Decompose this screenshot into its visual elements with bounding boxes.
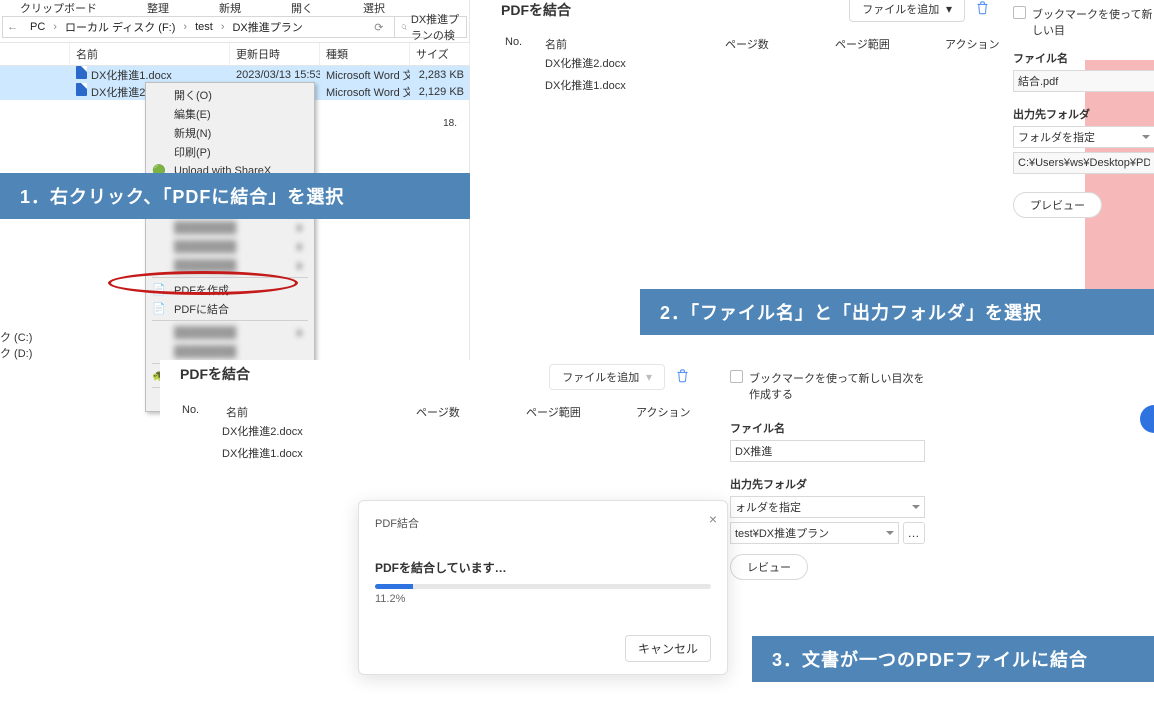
ctx-blurred[interactable]: ████████	[146, 218, 314, 237]
side-handle[interactable]	[1140, 405, 1154, 433]
ctx-pdf-create[interactable]: 📄PDFを作成	[146, 280, 314, 299]
col-no: No.	[505, 36, 545, 52]
filename-input[interactable]	[1013, 70, 1154, 92]
cancel-button[interactable]: キャンセル	[625, 635, 711, 662]
explorer-search[interactable]: DX推進プランの検	[394, 17, 467, 37]
outdir-path[interactable]	[1013, 152, 1154, 174]
word-file-icon	[76, 83, 87, 96]
ribbon-new[interactable]: 新規	[219, 0, 241, 14]
explorer-ribbon: クリップボード 整理 新規 開く 選択	[0, 0, 469, 14]
ctx-blurred[interactable]: ████████	[146, 256, 314, 275]
trash-icon[interactable]	[975, 0, 990, 18]
combine-row[interactable]: DX化推進2.docx	[160, 420, 720, 442]
col-name: 名前	[545, 36, 725, 52]
progress-fill	[375, 584, 413, 589]
ctx-edit[interactable]: 編集(E)	[146, 104, 314, 123]
callout-2: 2．「ファイル名」と「出力フォルダ」を選択	[640, 289, 1154, 335]
ribbon-select[interactable]: 選択	[363, 0, 385, 14]
ribbon-open[interactable]: 開く	[291, 0, 313, 14]
combine-row[interactable]: DX化推進1.docx	[160, 442, 720, 464]
breadcrumb-drive[interactable]: ローカル ディスク (F:)	[61, 17, 179, 37]
ctx-open[interactable]: 開く(O)	[146, 85, 314, 104]
ctx-new[interactable]: 新規(N)	[146, 123, 314, 142]
drive-c[interactable]: ク (C:)	[0, 330, 32, 346]
add-file-button: ファイルを追加 ▾	[549, 364, 665, 390]
progress-bar	[375, 584, 711, 589]
pdf-icon: 📄	[152, 283, 166, 297]
progress-dialog: PDF結合 × PDFを結合しています… 11.2% キャンセル	[358, 500, 728, 675]
col-type[interactable]: 種類	[320, 43, 410, 65]
bookmark-checkbox[interactable]	[1013, 6, 1026, 19]
close-icon[interactable]: ×	[709, 511, 717, 527]
free-space: 18.	[443, 118, 457, 129]
drive-d[interactable]: ク (D:)	[0, 346, 32, 362]
progress-message: PDFを結合しています…	[375, 559, 711, 576]
output-options-dialog-2: ブックマークを使って新しい目次を作成する ファイル名 出力先フォルダ ォルダを指…	[720, 362, 935, 588]
search-icon	[401, 21, 407, 33]
col-range: ページ範囲	[835, 36, 945, 52]
ctx-print[interactable]: 印刷(P)	[146, 142, 314, 161]
outdir-select[interactable]: フォルダを指定	[1013, 126, 1154, 148]
word-file-icon	[76, 66, 87, 79]
breadcrumb-pc[interactable]: PC	[26, 19, 49, 35]
ribbon-organize[interactable]: 整理	[147, 0, 169, 14]
outdir-path[interactable]: test¥DX推進プラン	[730, 522, 899, 544]
breadcrumb[interactable]: ← PC› ローカル ディスク (F:)› test› DX推進プラン ⟳ DX…	[2, 16, 467, 38]
add-file-button[interactable]: ファイルを追加 ▾	[849, 0, 965, 22]
ctx-pdf-combine[interactable]: 📄PDFに結合	[146, 299, 314, 318]
trash-icon[interactable]	[675, 368, 690, 386]
file-columns: 名前 更新日時 種類 サイズ	[0, 42, 469, 66]
breadcrumb-test[interactable]: test	[191, 19, 217, 35]
callout-3: 3．文書が一つのPDFファイルに結合	[752, 636, 1154, 682]
side-options: ブックマークを使って新しい目 ファイル名 出力先フォルダ フォルダを指定 プレビ…	[1005, 0, 1154, 218]
ctx-blurred[interactable]: ████████	[146, 323, 314, 342]
ctx-blurred[interactable]: ████████	[146, 342, 314, 361]
col-date[interactable]: 更新日時	[230, 43, 320, 65]
filename-input[interactable]	[730, 440, 925, 462]
pdf-combine-icon: 📄	[152, 302, 166, 316]
drive-tree: ク (C:) ク (D:)	[0, 330, 32, 362]
progress-title: PDF結合	[375, 518, 419, 530]
browse-button[interactable]: …	[903, 522, 925, 544]
col-size[interactable]: サイズ	[410, 43, 470, 65]
col-name[interactable]: 名前	[70, 43, 230, 65]
outdir-select[interactable]: ォルダを指定	[730, 496, 925, 518]
search-placeholder: DX推進プランの検	[411, 11, 460, 43]
progress-percent: 11.2%	[375, 593, 711, 605]
col-pages: ページ数	[725, 36, 835, 52]
ribbon-clipboard[interactable]: クリップボード	[20, 0, 97, 14]
preview-button[interactable]: レビュー	[730, 554, 808, 580]
ctx-blurred[interactable]: ████████	[146, 237, 314, 256]
bookmark-checkbox[interactable]	[730, 370, 743, 383]
breadcrumb-leaf[interactable]: DX推進プラン	[228, 17, 306, 37]
preview-button[interactable]: プレビュー	[1013, 192, 1102, 218]
file-row[interactable]: DX化推進1.docx 2023/03/13 15:53 Microsoft W…	[0, 66, 469, 83]
callout-1: 1．右クリック、「PDFに結合」を選択	[0, 173, 470, 219]
